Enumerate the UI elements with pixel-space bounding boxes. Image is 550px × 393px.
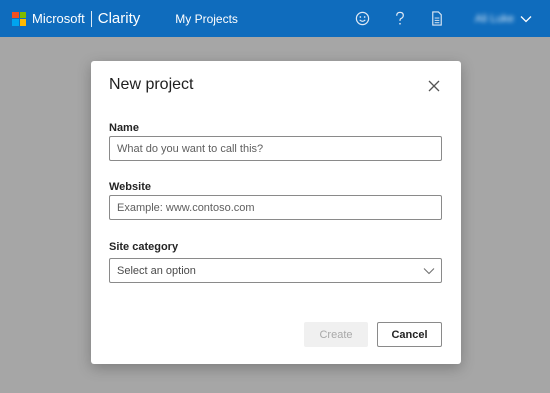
brand-company: Microsoft (32, 11, 85, 26)
brand-divider (90, 10, 92, 27)
header-actions: Ali Luke (355, 0, 550, 37)
site-category-selected: Select an option (117, 264, 196, 277)
user-name[interactable]: Ali Luke (475, 13, 514, 25)
site-category-label: Site category (109, 241, 179, 253)
microsoft-logo-icon (12, 11, 26, 26)
dialog-title: New project (109, 76, 194, 93)
cancel-button[interactable]: Cancel (377, 322, 442, 347)
new-project-dialog: New project Name Website Site category S… (91, 61, 461, 364)
top-bar: Microsoft Clarity My Projects Ali Luke (0, 0, 550, 37)
name-input[interactable] (109, 136, 442, 161)
help-icon[interactable] (392, 11, 408, 27)
website-input[interactable] (109, 195, 442, 220)
site-category-select[interactable]: Select an option (109, 258, 442, 283)
nav-my-projects[interactable]: My Projects (175, 12, 238, 26)
chevron-down-icon[interactable] (520, 15, 532, 23)
name-label: Name (109, 122, 139, 134)
create-button[interactable]: Create (304, 322, 368, 347)
smiley-icon[interactable] (355, 11, 371, 27)
close-icon[interactable] (427, 79, 441, 93)
website-label: Website (109, 181, 151, 193)
chevron-down-icon (423, 266, 435, 276)
brand[interactable]: Microsoft Clarity (12, 10, 140, 27)
brand-product: Clarity (97, 10, 141, 27)
document-icon[interactable] (429, 11, 445, 27)
